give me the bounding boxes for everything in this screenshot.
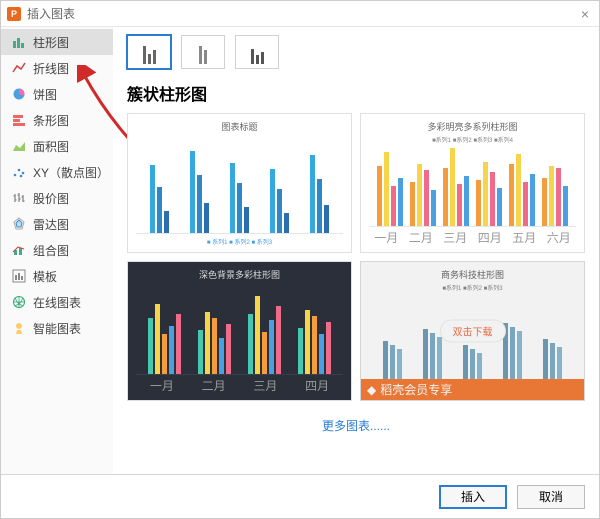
chart-card-1[interactable]: 多彩明亮多系列柱形图 ■系列1 ■系列2 ■系列3 ■系列4 一月二月三月四月五月六… — [360, 113, 585, 253]
chart-card-bars — [369, 146, 576, 227]
vip-bar: ◆ 稻壳会员专享 — [361, 379, 584, 400]
sidebar-item-0[interactable]: 柱形图 — [1, 29, 113, 55]
style-thumb-row — [127, 35, 585, 69]
sidebar-item-label: 组合图 — [33, 242, 69, 259]
template-icon — [11, 268, 27, 284]
bar-chart-icon — [11, 34, 27, 50]
sidebar-item-label: 股价图 — [33, 190, 69, 207]
combo-chart-icon — [11, 242, 27, 258]
style-thumb-2[interactable] — [235, 35, 279, 69]
chart-card-title: 商务科技柱形图 — [369, 268, 576, 281]
sidebar-item-11[interactable]: 智能图表 — [1, 315, 113, 341]
sidebar-item-9[interactable]: 模板 — [1, 263, 113, 289]
close-icon[interactable]: × — [577, 6, 593, 22]
sidebar: 柱形图折线图饼图条形图面积图 XY（散点图） 股价图雷达图组合图模板在线图表智能图表 — [1, 27, 113, 474]
chart-card-legend-bottom: ■ 系列1 ■ 系列2 ■ 系列3 — [136, 237, 343, 246]
sidebar-item-5[interactable]: XY（散点图） — [1, 159, 113, 185]
app-logo: P — [7, 7, 21, 21]
stock-chart-icon — [11, 190, 27, 206]
sidebar-item-4[interactable]: 面积图 — [1, 133, 113, 159]
sidebar-item-label: 智能图表 — [33, 320, 81, 337]
radar-chart-icon — [11, 216, 27, 232]
area-chart-icon — [11, 138, 27, 154]
chart-card-2[interactable]: 深色背景多彩柱形图一月二月三月四月 — [127, 261, 352, 401]
chart-card-axis: 一月二月三月四月 — [136, 377, 343, 394]
chart-card-legend-top: ■系列1 ■系列2 ■系列3 — [369, 283, 576, 292]
sidebar-item-7[interactable]: 雷达图 — [1, 211, 113, 237]
sidebar-item-label: 在线图表 — [33, 294, 81, 311]
more-charts-link[interactable]: 更多图表...... — [127, 417, 585, 434]
sidebar-item-6[interactable]: 股价图 — [1, 185, 113, 211]
style-thumb-1[interactable] — [181, 35, 225, 69]
chart-card-title: 深色背景多彩柱形图 — [136, 268, 343, 281]
section-title: 簇状柱形图 — [127, 81, 585, 105]
chart-card-bars — [136, 135, 343, 234]
chart-card-legend-top: ■系列1 ■系列2 ■系列3 ■系列4 — [369, 135, 576, 144]
chart-card-axis: 一月二月三月四月五月六月 — [369, 229, 576, 246]
insert-button[interactable]: 插入 — [439, 485, 507, 509]
chart-card-title: 多彩明亮多系列柱形图 — [369, 120, 576, 133]
sidebar-item-label: 折线图 — [33, 60, 69, 77]
chart-card-3[interactable]: 商务科技柱形图 ■系列1 ■系列2 ■系列3 双击下载 ◆ 稻壳会员专享 — [360, 261, 585, 401]
titlebar: P 插入图表 × — [1, 1, 599, 27]
chart-card-bars — [136, 283, 343, 375]
sidebar-item-label: 柱形图 — [33, 34, 69, 51]
sidebar-item-label: 模板 — [33, 268, 57, 285]
sidebar-item-10[interactable]: 在线图表 — [1, 289, 113, 315]
sidebar-item-3[interactable]: 条形图 — [1, 107, 113, 133]
hbar-chart-icon — [11, 112, 27, 128]
sidebar-item-8[interactable]: 组合图 — [1, 237, 113, 263]
chart-card-0[interactable]: 图表标题 ■ 系列1 ■ 系列2 ■ 系列3 — [127, 113, 352, 253]
pie-chart-icon — [11, 86, 27, 102]
style-thumb-0[interactable] — [127, 35, 171, 69]
sidebar-item-label: 面积图 — [33, 138, 69, 155]
sidebar-item-2[interactable]: 饼图 — [1, 81, 113, 107]
smart-chart-icon — [11, 320, 27, 336]
sidebar-item-label: XY（散点图） — [33, 164, 109, 181]
sidebar-item-label: 条形图 — [33, 112, 69, 129]
online-chart-icon — [11, 294, 27, 310]
sidebar-item-1[interactable]: 折线图 — [1, 55, 113, 81]
chart-card-grid: 图表标题 ■ 系列1 ■ 系列2 ■ 系列3 多彩明亮多系列柱形图 ■系列1 ■系列2… — [127, 113, 585, 401]
main-area: 柱形图折线图饼图条形图面积图 XY（散点图） 股价图雷达图组合图模板在线图表智能图表… — [1, 27, 599, 474]
sidebar-item-label: 饼图 — [33, 86, 57, 103]
sidebar-item-label: 雷达图 — [33, 216, 69, 233]
content-area: 簇状柱形图 图表标题 ■ 系列1 ■ 系列2 ■ 系列3 多彩明亮多系列柱形图 ■系列… — [113, 27, 599, 474]
diamond-icon: ◆ — [367, 383, 376, 397]
cancel-button[interactable]: 取消 — [517, 485, 585, 509]
scatter-chart-icon — [11, 164, 27, 180]
line-chart-icon — [11, 60, 27, 76]
window-title: 插入图表 — [27, 5, 577, 22]
chart-card-title: 图表标题 — [136, 120, 343, 133]
footer: 插入 取消 — [1, 474, 599, 518]
download-badge[interactable]: 双击下载 — [440, 320, 506, 343]
vip-label: 稻壳会员专享 — [380, 381, 452, 398]
